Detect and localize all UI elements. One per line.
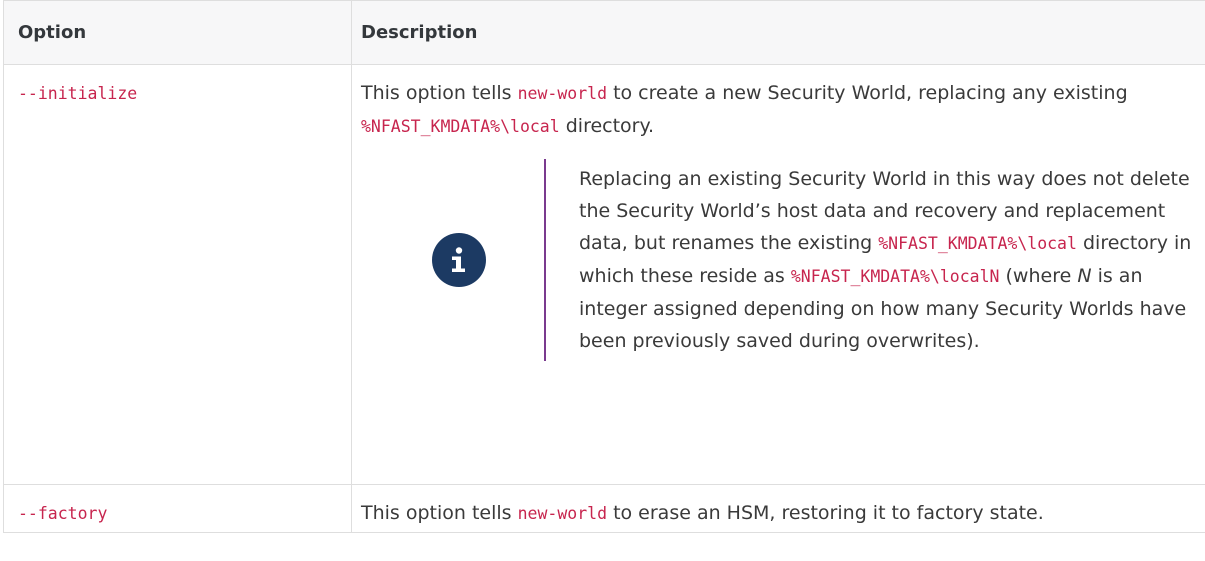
- note-variable-n: N: [1077, 265, 1092, 287]
- desc-text: This option tells: [361, 502, 518, 524]
- desc-text: to erase an HSM, restoring it to factory…: [607, 502, 1044, 524]
- code-new-world: new-world: [517, 84, 608, 103]
- description-cell: This option tells new-world to erase an …: [351, 484, 1205, 533]
- option-cell: --factory: [3, 484, 352, 533]
- option-initialize: --initialize: [18, 84, 138, 103]
- table-row: --factory This option tells new-world to…: [3, 484, 1205, 533]
- info-glyph: [452, 247, 465, 272]
- note-text: Replacing an existing Security World in …: [544, 159, 1205, 361]
- code-kmdata-local: %NFAST_KMDATA%\local: [878, 234, 1077, 253]
- code-kmdata-local: %NFAST_KMDATA%\local: [361, 117, 560, 136]
- desc-text: to create a new Security World, replacin…: [607, 82, 1128, 104]
- code-new-world: new-world: [517, 504, 608, 523]
- note-text-part: (where: [999, 265, 1078, 287]
- info-icon: [432, 233, 486, 287]
- info-note: Replacing an existing Security World in …: [361, 159, 1205, 361]
- note-icon-column: [361, 159, 544, 361]
- description-cell: This option tells new-world to create a …: [351, 64, 1205, 485]
- desc-text: This option tells: [361, 82, 518, 104]
- table-header-row: Option Description: [3, 0, 1205, 65]
- code-kmdata-localn: %NFAST_KMDATA%\localN: [790, 267, 1000, 286]
- header-option: Option: [3, 0, 352, 65]
- desc-text: directory.: [559, 115, 655, 137]
- option-factory: --factory: [18, 504, 108, 523]
- table-row: --initialize This option tells new-world…: [3, 64, 1205, 485]
- header-description: Description: [351, 0, 1205, 65]
- description-text: This option tells new-world to create a …: [361, 77, 1205, 143]
- options-table: Option Description --initialize This opt…: [3, 0, 1205, 533]
- option-cell: --initialize: [3, 64, 352, 485]
